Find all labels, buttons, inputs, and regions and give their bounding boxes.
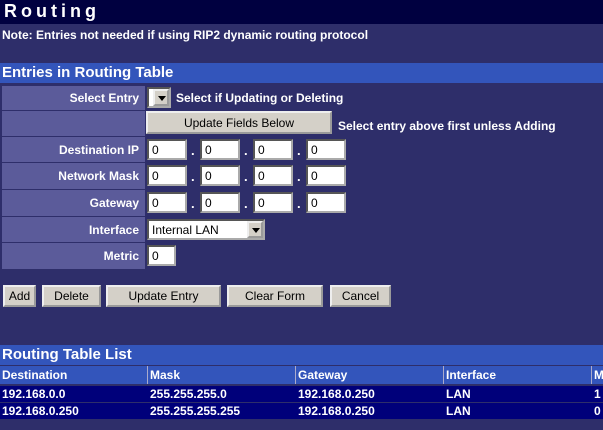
update-fields-label-cell [2,111,145,136]
metric-label: Metric [103,249,139,263]
destination-ip-label: Destination IP [58,142,139,157]
update-fields-row: Update Fields Below Select entry above f… [2,111,603,136]
ip-separator: . [297,169,301,184]
table-row[interactable]: 192.168.0.250 255.255.255.255 192.168.0.… [0,403,603,419]
add-button[interactable]: Add [3,285,36,307]
ip-separator: . [297,143,301,158]
network-mask-label-cell: Network Mask [2,163,145,189]
update-entry-button[interactable]: Update Entry [106,285,221,307]
routing-list-title: Routing Table List [2,346,132,363]
ip-separator: . [191,196,195,211]
ip-separator: . [244,196,248,211]
metric-input[interactable] [147,245,176,266]
table-cell-gateway: 192.168.0.250 [298,404,375,418]
page-title: Routing [4,1,100,21]
destination-ip-octet-2[interactable] [200,139,240,160]
table-cell-interface: LAN [446,404,471,418]
network-mask-octet-1[interactable] [147,165,187,186]
network-mask-label: Network Mask [58,169,139,183]
interface-select[interactable]: Internal LAN [147,219,265,240]
column-header-gateway: Gateway [296,366,444,384]
ip-separator: . [191,169,195,184]
update-fields-button[interactable]: Update Fields Below [146,111,332,134]
select-entry-hint: Select if Updating or Deleting [176,91,344,105]
ip-separator: . [297,196,301,211]
interface-selected-value: Internal LAN [152,223,219,237]
table-row[interactable]: 192.168.0.0 255.255.255.0 192.168.0.250 … [0,386,603,402]
destination-ip-octet-1[interactable] [147,139,187,160]
column-header-interface: Interface [444,366,592,384]
select-entry-label-cell: Select Entry [2,86,145,110]
gateway-octet-1[interactable] [147,192,187,213]
gateway-row: Gateway . . . [2,190,603,216]
entries-section-header: Entries in Routing Table [0,63,603,83]
network-mask-octet-2[interactable] [200,165,240,186]
gateway-octet-4[interactable] [306,192,346,213]
gateway-octet-3[interactable] [253,192,293,213]
page-note: Note: Entries not needed if using RIP2 d… [2,28,369,42]
network-mask-row: Network Mask . . . [2,163,603,189]
table-cell-mask: 255.255.255.0 [150,387,227,401]
clear-form-button[interactable]: Clear Form [227,285,323,307]
table-cell-gateway: 192.168.0.250 [298,387,375,401]
ip-separator: . [244,143,248,158]
destination-ip-label-cell: Destination IP [2,137,145,162]
update-fields-hint: Select entry above first unless Adding [338,119,556,133]
table-cell-mask: 255.255.255.255 [150,404,241,418]
select-entry-dropdown[interactable] [147,87,171,108]
gateway-octet-2[interactable] [200,192,240,213]
column-header-metric: M [594,368,603,382]
table-cell-destination: 192.168.0.0 [2,387,66,401]
select-entry-label: Select Entry [69,91,139,105]
network-mask-octet-4[interactable] [306,165,346,186]
table-cell-destination: 192.168.0.250 [2,404,79,418]
interface-row: Interface Internal LAN [2,217,603,242]
table-cell-interface: LAN [446,387,471,401]
interface-label: Interface [88,222,139,237]
gateway-label-cell: Gateway [2,190,145,216]
title-bar: Routing [0,0,603,24]
table-cell-metric: 1 [594,387,601,401]
gateway-label: Gateway [89,196,139,210]
chevron-down-icon [153,89,169,106]
destination-ip-octet-3[interactable] [253,139,293,160]
column-header-mask: Mask [148,366,296,384]
ip-separator: . [191,143,195,158]
delete-button[interactable]: Delete [42,285,101,307]
table-cell-metric: 0 [594,404,601,418]
entries-section-title: Entries in Routing Table [2,64,174,81]
ip-separator: . [244,169,248,184]
interface-label-cell: Interface [2,217,145,242]
routing-table-header-row: Destination Mask Gateway Interface M [0,366,603,384]
network-mask-octet-3[interactable] [253,165,293,186]
select-entry-row: Select Entry Select if Updating or Delet… [2,86,603,110]
destination-ip-octet-4[interactable] [306,139,346,160]
routing-list-header: Routing Table List [0,345,603,365]
metric-label-cell: Metric [2,243,145,269]
column-header-destination: Destination [0,366,148,384]
chevron-down-icon [247,221,263,238]
metric-row: Metric [2,243,603,269]
cancel-button[interactable]: Cancel [330,285,391,307]
destination-ip-row: Destination IP . . . [2,137,603,162]
